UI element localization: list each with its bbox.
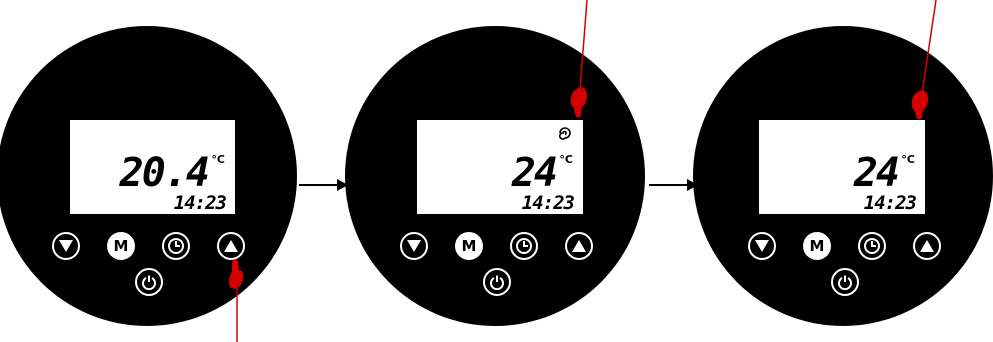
up-button-2[interactable]	[565, 232, 593, 260]
temperature-unit-3: °C	[901, 153, 915, 166]
thermostat-sequence-diagram: 20.4 °C 14:23 M 24 °C 14:23 M 24 °C 14:2…	[0, 0, 993, 342]
down-triangle-icon	[59, 240, 73, 252]
power-icon	[142, 275, 156, 290]
thermostat-dial-3: 24 °C 14:23 M	[693, 26, 993, 326]
clock-readout-1: 14:23	[173, 192, 227, 214]
power-button-2[interactable]	[483, 268, 511, 296]
thermostat-dial-1: 20.4 °C 14:23 M	[0, 26, 297, 326]
pointer-finger-2	[570, 0, 588, 118]
thermostat-dial-2: 24 °C 14:23 M	[345, 26, 645, 326]
sequence-arrow-1	[299, 184, 339, 186]
clock-readout-3: 14:23	[863, 192, 917, 214]
pointer-finger-1	[228, 259, 244, 342]
temperature-readout-1: 20.4	[119, 150, 210, 196]
mode-button-1[interactable]: M	[107, 232, 135, 260]
up-triangle-icon	[920, 240, 934, 252]
timer-button-2[interactable]	[510, 232, 538, 260]
lcd-screen-2: 24 °C 14:23	[417, 120, 583, 214]
sequence-arrow-2	[649, 184, 689, 186]
timer-button-3[interactable]	[858, 232, 886, 260]
power-icon	[490, 275, 504, 290]
mode-label-1: M	[113, 236, 129, 255]
temperature-readout-3: 24	[853, 150, 900, 196]
mode-label-3: M	[809, 236, 825, 255]
temperature-unit-1: °C	[211, 153, 225, 166]
lcd-screen-3: 24 °C 14:23	[759, 120, 925, 214]
clock-icon	[516, 238, 532, 254]
up-triangle-icon	[572, 240, 586, 252]
up-button-3[interactable]	[913, 232, 941, 260]
up-triangle-icon	[224, 240, 238, 252]
down-button-2[interactable]	[400, 232, 428, 260]
temperature-unit-2: °C	[559, 153, 573, 166]
down-triangle-icon	[407, 240, 421, 252]
mode-button-2[interactable]: M	[455, 232, 483, 260]
fan-icon	[559, 127, 571, 140]
down-button-3[interactable]	[748, 232, 776, 260]
temperature-readout-2: 24	[511, 150, 558, 196]
clock-icon	[864, 238, 880, 254]
mode-button-3[interactable]: M	[803, 232, 831, 260]
clock-icon	[168, 238, 184, 254]
timer-button-1[interactable]	[162, 232, 190, 260]
power-button-3[interactable]	[831, 268, 859, 296]
down-triangle-icon	[755, 240, 769, 252]
lcd-screen-1: 20.4 °C 14:23	[70, 120, 235, 214]
up-button-1[interactable]	[217, 232, 245, 260]
pointer-finger-3	[911, 0, 937, 120]
mode-label-2: M	[461, 236, 477, 255]
clock-readout-2: 14:23	[521, 192, 575, 214]
power-button-1[interactable]	[135, 268, 163, 296]
power-icon	[838, 275, 852, 290]
down-button-1[interactable]	[52, 232, 80, 260]
